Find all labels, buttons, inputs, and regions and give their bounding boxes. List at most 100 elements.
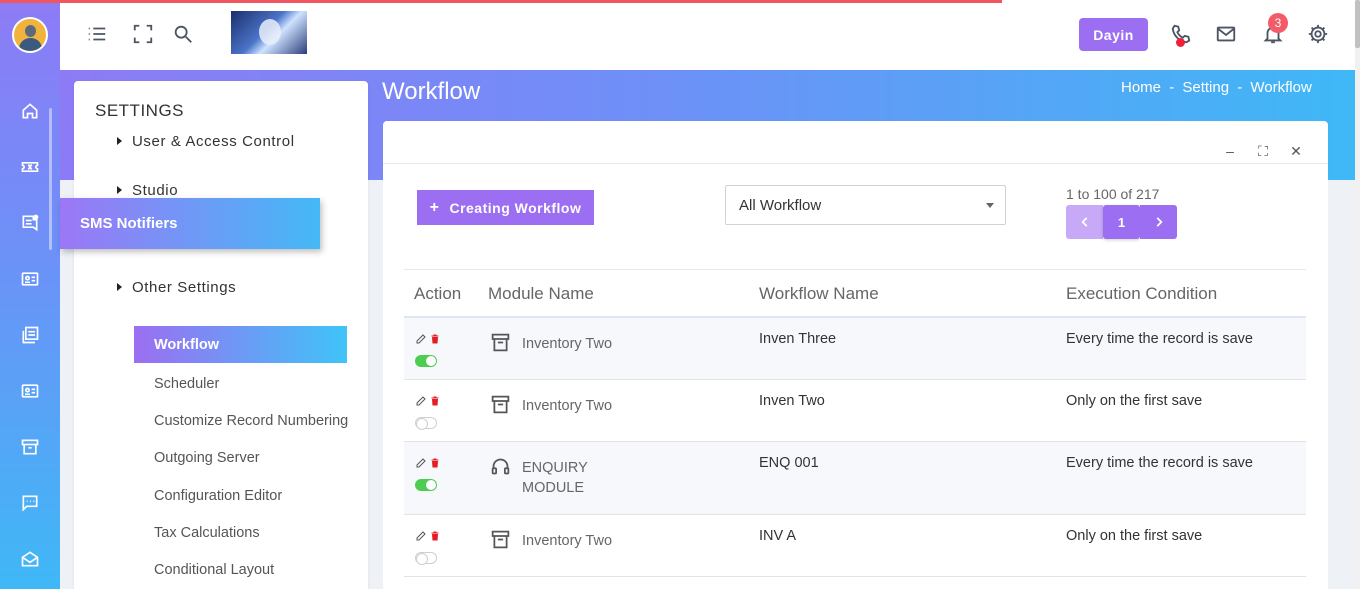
page-scrollbar[interactable] [1355, 0, 1360, 589]
table-header: Action Module Name Workflow Name Executi… [404, 269, 1306, 318]
plus-icon: + [429, 198, 440, 216]
delete-icon[interactable] [429, 529, 441, 541]
delete-icon[interactable] [429, 394, 441, 406]
archive-icon [490, 394, 512, 416]
user-button[interactable]: Dayin [1079, 18, 1148, 51]
delete-icon[interactable] [429, 332, 441, 344]
call-status-dot [1176, 38, 1185, 47]
ticket-icon[interactable] [18, 155, 42, 179]
row-actions [415, 529, 445, 565]
edit-icon[interactable] [415, 529, 427, 541]
breadcrumb-separator: - [1169, 79, 1175, 96]
edit-icon[interactable] [415, 332, 427, 344]
column-header-execution-condition[interactable]: Execution Condition [1066, 284, 1217, 304]
banner-image [231, 11, 307, 54]
headset-icon [490, 456, 512, 478]
menu-icon[interactable] [86, 23, 110, 47]
row-actions [415, 332, 445, 367]
settings-heading: SETTINGS [95, 101, 185, 120]
edit-icon[interactable] [415, 394, 427, 406]
card-divider [383, 163, 1328, 164]
execution-condition: Every time the record is save [1066, 455, 1253, 471]
breadcrumb: Home - Setting - Workflow [1119, 79, 1314, 96]
mail-icon[interactable] [1215, 23, 1239, 47]
settings-item-configuration-editor[interactable]: Configuration Editor [134, 477, 347, 514]
fullscreen-icon[interactable] [132, 23, 156, 47]
module-name: Inventory Two [522, 398, 613, 414]
column-header-module-name[interactable]: Module Name [488, 284, 594, 304]
page-load-progress [0, 0, 1002, 3]
archive-icon [490, 529, 512, 551]
execution-condition: Only on the first save [1066, 393, 1203, 409]
table-row[interactable]: ENQUIRY MODULE ENQ 001 Every time the re… [404, 442, 1306, 515]
edit-icon[interactable] [415, 456, 427, 468]
settings-item-scheduler[interactable]: Scheduler [134, 365, 347, 402]
rail-scrollbar[interactable] [49, 108, 52, 250]
archive-icon[interactable] [18, 435, 42, 459]
workflow-name[interactable]: Inven Two [759, 393, 825, 409]
previous-page-button[interactable] [1066, 205, 1103, 239]
chevron-down-icon [986, 203, 994, 208]
create-workflow-button[interactable]: + Creating Workflow [417, 190, 594, 225]
id-card-icon[interactable] [18, 379, 42, 403]
column-header-action[interactable]: Action [414, 284, 461, 304]
notification-badge: 3 [1268, 13, 1288, 33]
module-name: Inventory Two [522, 533, 613, 549]
module-name: ENQUIRY MODULE [522, 460, 588, 496]
row-actions [415, 456, 445, 491]
sms-notifiers-tooltip: SMS Notifiers [60, 198, 320, 249]
minimize-icon[interactable]: – [1222, 143, 1238, 159]
home-icon[interactable] [18, 99, 42, 123]
enabled-toggle[interactable] [415, 552, 437, 565]
table-row[interactable]: Inventory Two Inven Two Only on the firs… [404, 380, 1306, 442]
top-bar: Dayin 3 [60, 0, 1355, 70]
settings-panel: SETTINGS User & Access Control Studio Ot… [74, 81, 368, 589]
workflow-name[interactable]: ENQ 001 [759, 455, 819, 471]
next-page-button[interactable] [1140, 205, 1177, 239]
breadcrumb-home[interactable]: Home [1121, 79, 1161, 96]
documents-icon[interactable] [18, 323, 42, 347]
workflow-table: Action Module Name Workflow Name Executi… [404, 269, 1306, 577]
execution-condition: Every time the record is save [1066, 331, 1253, 347]
table-row[interactable]: Inventory Two Inven Three Every time the… [404, 318, 1306, 380]
breadcrumb-setting[interactable]: Setting [1182, 79, 1229, 96]
workflow-name[interactable]: Inven Three [759, 331, 836, 347]
workflow-filter-value: All Workflow [739, 196, 822, 214]
enabled-toggle[interactable] [415, 355, 437, 367]
row-actions [415, 394, 445, 430]
chat-icon[interactable] [18, 491, 42, 515]
module-name: Inventory Two [522, 336, 613, 352]
search-icon[interactable] [172, 23, 196, 47]
breadcrumb-separator: - [1237, 79, 1243, 96]
enabled-toggle[interactable] [415, 417, 437, 430]
breadcrumb-current: Workflow [1250, 79, 1312, 96]
settings-group-other[interactable]: Other Settings [117, 279, 236, 296]
column-header-workflow-name[interactable]: Workflow Name [759, 284, 879, 304]
open-mail-icon[interactable] [18, 547, 42, 571]
maximize-icon[interactable]: ⛶ [1255, 143, 1271, 159]
create-workflow-label: Creating Workflow [449, 199, 582, 216]
settings-item-tax-calculations[interactable]: Tax Calculations [134, 514, 347, 551]
pagination-range: 1 to 100 of 217 [1066, 186, 1160, 202]
contact-card-icon[interactable] [18, 267, 42, 291]
delete-icon[interactable] [429, 456, 441, 468]
settings-item-record-numbering[interactable]: Customize Record Numbering [134, 402, 348, 439]
workflow-filter-select[interactable]: All Workflow [725, 185, 1006, 225]
settings-group-user-access[interactable]: User & Access Control [117, 133, 295, 150]
settings-item-outgoing-server[interactable]: Outgoing Server [134, 439, 347, 476]
table-row[interactable]: Inventory Two INV A Only on the first sa… [404, 515, 1306, 577]
close-icon[interactable]: ✕ [1288, 143, 1304, 159]
enabled-toggle[interactable] [415, 479, 437, 491]
settings-group-studio[interactable]: Studio [117, 182, 178, 199]
execution-condition: Only on the first save [1066, 528, 1203, 544]
archive-icon [490, 332, 512, 354]
workflow-card: – ⛶ ✕ + Creating Workflow All Workflow 1… [383, 121, 1328, 589]
avatar[interactable] [12, 17, 48, 53]
sms-icon[interactable] [18, 211, 42, 235]
page-number-button[interactable]: 1 [1103, 205, 1140, 239]
workflow-name[interactable]: INV A [759, 528, 796, 544]
gear-icon[interactable] [1307, 23, 1331, 47]
settings-item-workflow[interactable]: Workflow [134, 326, 347, 363]
settings-item-conditional-layout[interactable]: Conditional Layout [134, 551, 347, 588]
page-title: Workflow [382, 78, 481, 105]
